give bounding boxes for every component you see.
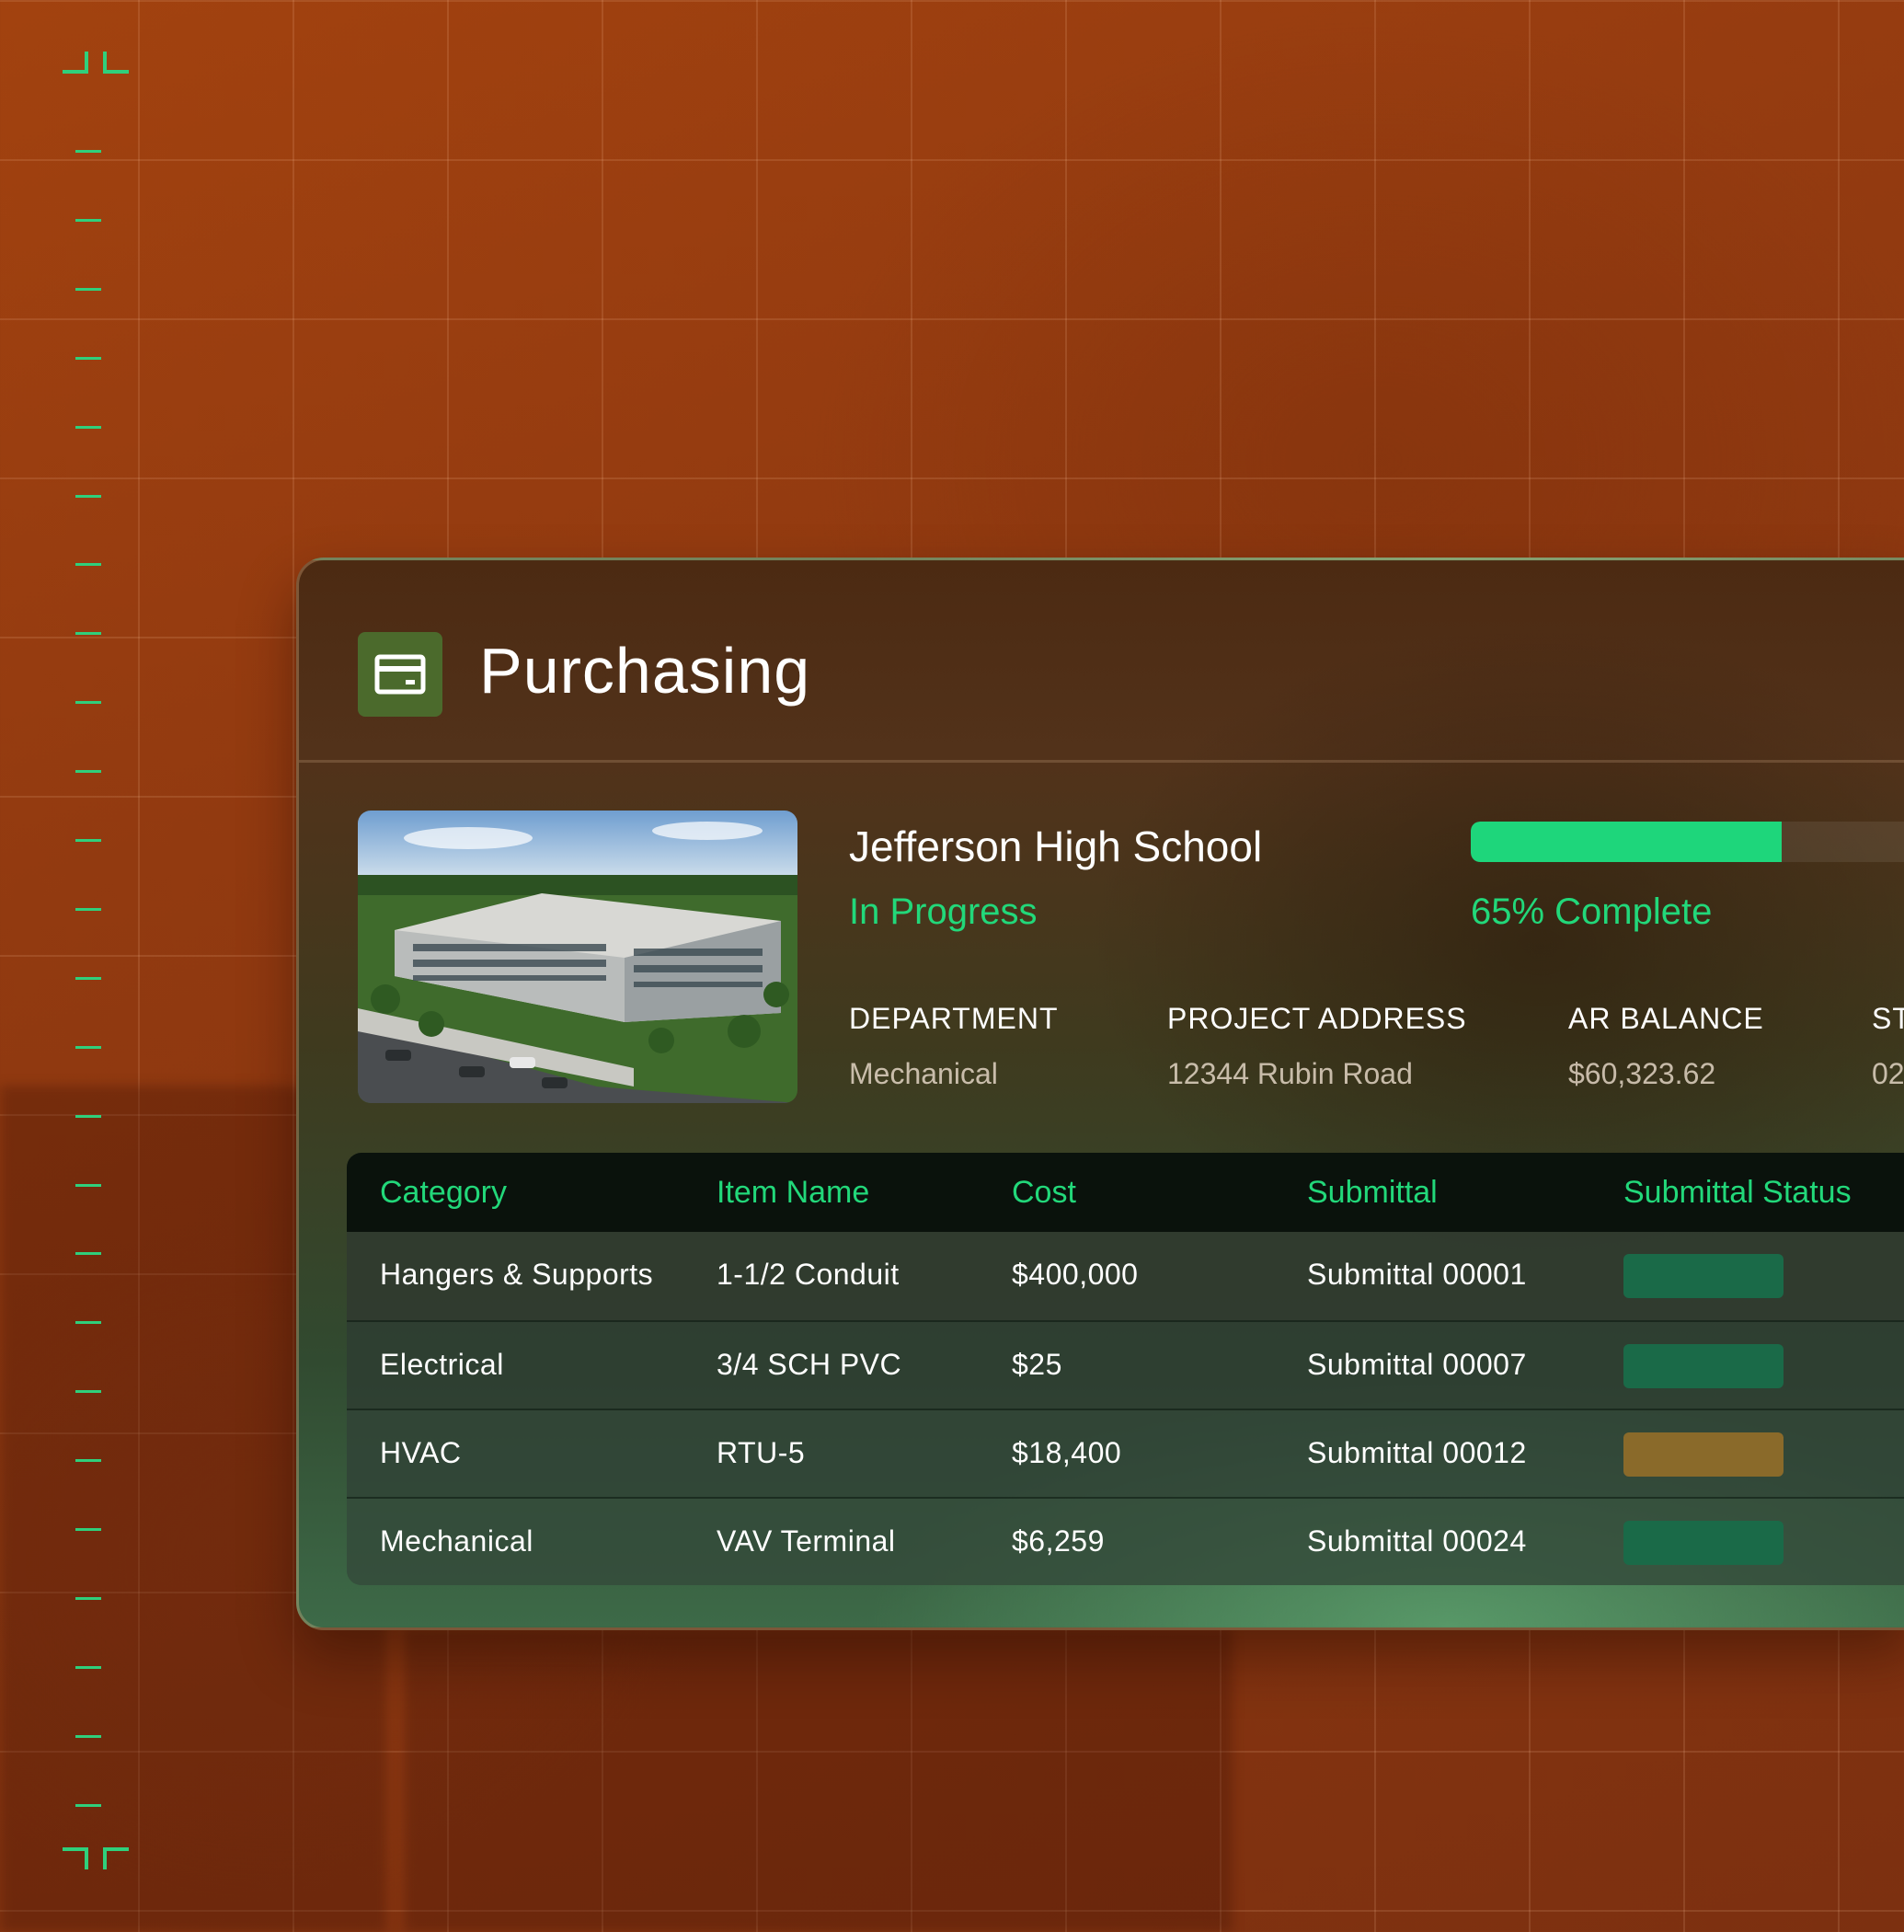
cell-item-name: 3/4 SCH PVC (717, 1348, 902, 1381)
ar-balance-label: AR BALANCE (1568, 1002, 1764, 1035)
page-title: Purchasing (479, 635, 811, 707)
start-value: 02 (1872, 1057, 1904, 1090)
panel-header: Purchasing (299, 560, 1904, 763)
cell-submittal[interactable]: Submittal 00007 (1307, 1348, 1527, 1382)
card-icon (358, 632, 442, 717)
table-row[interactable]: Mechanical VAV Terminal $6,259 Submittal… (347, 1497, 1904, 1585)
ruler-tick (75, 632, 101, 636)
address-value: 12344 Rubin Road (1167, 1057, 1413, 1090)
column-header-cost[interactable]: Cost (1012, 1175, 1076, 1211)
table-row[interactable]: Electrical 3/4 SCH PVC $25 Submittal 000… (347, 1320, 1904, 1409)
project-name: Jefferson High School (849, 822, 1263, 870)
column-header-category[interactable]: Category (380, 1175, 507, 1211)
cell-cost: $18,400 (1012, 1436, 1122, 1469)
cell-item-name: RTU-5 (717, 1436, 806, 1469)
corner-mark (103, 1847, 129, 1869)
cell-submittal[interactable]: Submittal 00024 (1307, 1524, 1527, 1558)
ruler-tick (75, 1390, 101, 1394)
ruler-tick (75, 425, 101, 429)
ruler-tick (75, 770, 101, 774)
ruler-tick (75, 287, 101, 291)
ruler-tick (75, 1114, 101, 1118)
department-value: Mechanical (849, 1057, 998, 1090)
building-thumbnail (358, 811, 797, 1103)
column-header-submittal[interactable]: Submittal (1307, 1175, 1438, 1211)
corner-mark (63, 52, 88, 74)
background-silhouette (405, 1628, 1233, 1932)
cell-cost: $6,259 (1012, 1524, 1105, 1558)
corner-mark (63, 1847, 88, 1869)
cell-submittal[interactable]: Submittal 00012 (1307, 1436, 1527, 1470)
ruler-tick (75, 1459, 101, 1463)
department-label: DEPARTMENT (849, 1002, 1059, 1035)
ruler-tick (75, 1045, 101, 1049)
ruler-tick (75, 218, 101, 222)
ruler-tick (75, 1183, 101, 1187)
status-badge[interactable] (1623, 1254, 1784, 1298)
ruler-tick (75, 1596, 101, 1600)
cell-category: Hangers & Supports (380, 1258, 654, 1291)
status-badge[interactable] (1623, 1344, 1784, 1388)
ar-balance-value: $60,323.62 (1568, 1057, 1716, 1090)
ruler-tick (75, 150, 101, 153)
ruler-tick (75, 701, 101, 705)
table-row[interactable]: HVAC RTU-5 $18,400 Submittal 00012 (347, 1409, 1904, 1497)
progress-bar (1471, 822, 1904, 862)
progress-label: 65% Complete (1471, 891, 1713, 932)
purchasing-table: Category Item Name Cost Submittal Submit… (347, 1153, 1904, 1585)
cell-cost: $400,000 (1012, 1258, 1139, 1291)
ruler-tick (75, 1734, 101, 1738)
left-ruler (0, 0, 147, 1932)
ruler-tick (75, 839, 101, 842)
status-badge[interactable] (1623, 1432, 1784, 1477)
ruler-tick (75, 494, 101, 498)
project-status: In Progress (849, 891, 1038, 932)
cell-item-name: 1-1/2 Conduit (717, 1258, 900, 1291)
ruler-tick (75, 563, 101, 567)
ruler-tick (75, 976, 101, 980)
status-badge[interactable] (1623, 1521, 1784, 1565)
cell-category: Electrical (380, 1348, 504, 1381)
column-header-submittal-status[interactable]: Submittal Status (1623, 1175, 1852, 1211)
purchasing-panel: Purchasing Jefferson High School In Prog… (296, 558, 1904, 1630)
table-header: Category Item Name Cost Submittal Submit… (347, 1153, 1904, 1232)
start-label: ST (1872, 1002, 1904, 1035)
cell-cost: $25 (1012, 1348, 1062, 1381)
column-header-item-name[interactable]: Item Name (717, 1175, 869, 1211)
ruler-tick (75, 1528, 101, 1531)
ruler-tick (75, 1321, 101, 1325)
ruler-tick (75, 1803, 101, 1807)
ruler-tick (75, 356, 101, 360)
progress-fill (1471, 822, 1782, 862)
table-row[interactable]: Hangers & Supports 1-1/2 Conduit $400,00… (347, 1232, 1904, 1320)
ruler-tick (75, 1665, 101, 1669)
cell-category: HVAC (380, 1436, 462, 1469)
cell-item-name: VAV Terminal (717, 1524, 896, 1558)
cell-category: Mechanical (380, 1524, 533, 1558)
corner-mark (103, 52, 129, 74)
address-label: PROJECT ADDRESS (1167, 1002, 1467, 1035)
ruler-tick (75, 1252, 101, 1256)
cell-submittal[interactable]: Submittal 00001 (1307, 1258, 1527, 1292)
ruler-tick (75, 907, 101, 911)
